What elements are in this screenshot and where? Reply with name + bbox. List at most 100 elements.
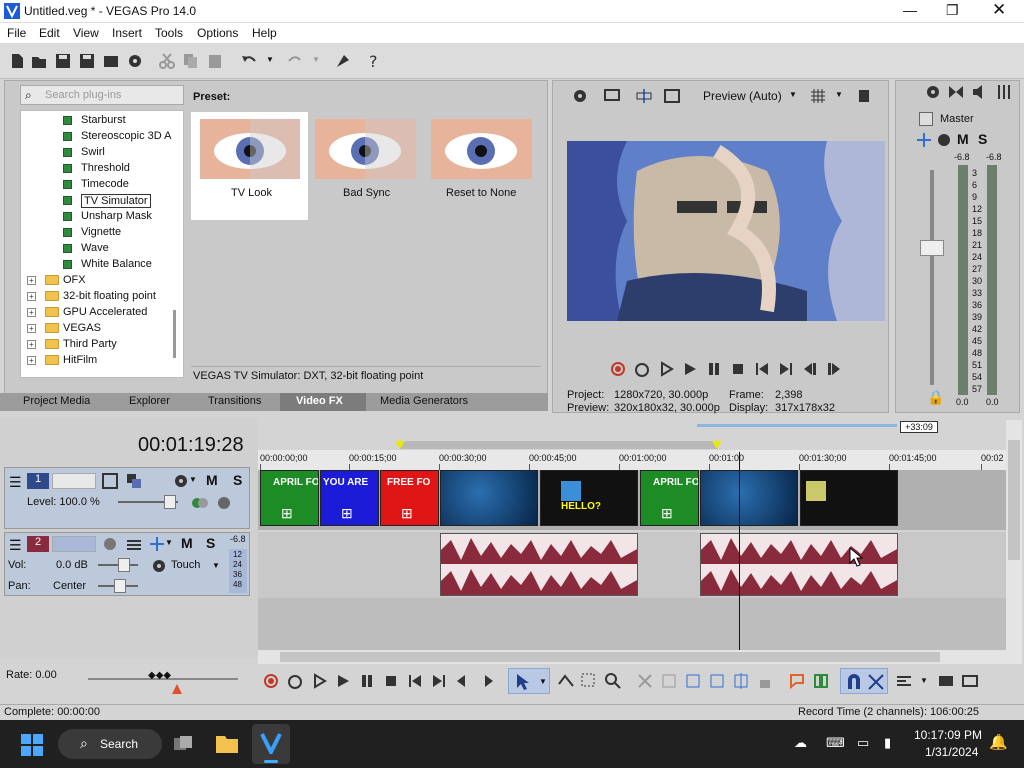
properties-gear-icon[interactable] [126, 52, 144, 70]
track-1-fx-gear-icon[interactable] [172, 472, 190, 490]
edit-tool-icon[interactable] [334, 52, 352, 70]
speaker-icon[interactable] [971, 83, 989, 101]
cut-icon[interactable] [158, 52, 176, 70]
track-1-fx-dropdown-icon[interactable]: ▼ [189, 475, 197, 484]
menu-edit[interactable]: Edit [39, 26, 60, 40]
video-clip[interactable]: FREE FO ⊞ [380, 470, 439, 526]
preset-bad-sync-label[interactable]: Bad Sync [343, 187, 390, 199]
record-icon[interactable] [610, 361, 626, 377]
plugin-item[interactable]: TV Simulator [61, 193, 181, 209]
preset-thumb-tv-look[interactable] [200, 119, 300, 179]
edit-tool-dropdown-icon[interactable]: ▼ [539, 677, 547, 686]
copy-icon[interactable] [182, 52, 200, 70]
video-clip[interactable]: YOU ARE ⊞ [320, 470, 379, 526]
video-clip[interactable]: HELLO? [540, 470, 638, 526]
undo-icon[interactable] [240, 52, 258, 70]
track-2-vol-knob[interactable] [118, 558, 130, 572]
notification-bell-icon[interactable]: 🔔 [989, 733, 1008, 751]
play-from-start-icon[interactable] [658, 361, 674, 377]
expand-plus-icon[interactable]: + [27, 276, 36, 285]
downmix-icon[interactable] [947, 83, 965, 101]
track-1-level-knob[interactable] [164, 495, 176, 509]
menu-view[interactable]: View [73, 26, 99, 40]
track-1-mute-button[interactable]: M [206, 472, 218, 488]
tab-project-media[interactable]: Project Media [23, 395, 90, 407]
close-button[interactable]: ✕ [992, 0, 1006, 20]
go-to-start-icon[interactable] [407, 673, 423, 689]
timeline-hscroll[interactable] [258, 650, 1022, 664]
keyboard-icon[interactable]: ⌨ [826, 735, 845, 751]
display-icon[interactable]: ▭ [857, 735, 869, 751]
audio-clip[interactable] [440, 533, 638, 596]
plugin-folder[interactable]: + OFX [25, 273, 181, 289]
expand-plus-icon[interactable]: + [27, 308, 36, 317]
video-clip[interactable]: APRIL FO ⊞ [260, 470, 319, 526]
ripple-edit-icon[interactable] [895, 672, 913, 690]
loop-playback-icon[interactable] [634, 361, 650, 377]
maximize-button[interactable]: ❐ [946, 2, 959, 19]
next-frame-icon[interactable] [479, 673, 495, 689]
enable-snapping-magnet-icon[interactable] [845, 673, 863, 691]
ignore-grouping-icon[interactable] [961, 672, 979, 690]
delete-icon[interactable] [636, 672, 654, 690]
selection-bar[interactable] [400, 441, 718, 449]
lock-events-icon[interactable] [756, 672, 774, 690]
selection-end-marker-icon[interactable] [712, 441, 722, 449]
taskbar-search-box[interactable]: ⌕ Search [58, 729, 162, 759]
automation-dropdown-icon[interactable]: ▼ [212, 561, 220, 570]
tree-vscroll[interactable] [173, 310, 176, 358]
plugin-item[interactable]: Swirl [61, 145, 181, 161]
track-1-collapse-icon[interactable]: ☰ [9, 474, 22, 491]
trim-icon[interactable] [660, 672, 678, 690]
mixer-faders-icon[interactable] [995, 83, 1013, 101]
track-2-mute-button[interactable]: M [181, 535, 193, 551]
help-question-icon[interactable]: ? [366, 52, 384, 70]
preset-tv-look-label[interactable]: TV Look [231, 187, 272, 199]
zoom-tool-icon[interactable] [604, 672, 622, 690]
track-1-compositing-child-icon[interactable] [215, 494, 233, 512]
stop-icon[interactable] [383, 673, 399, 689]
render-icon[interactable] [102, 52, 120, 70]
preview-settings-gear-icon[interactable] [571, 87, 589, 105]
track-2-name-field[interactable] [52, 536, 96, 552]
search-input[interactable]: Search plug-ins [45, 89, 121, 101]
trim-end-icon[interactable] [708, 672, 726, 690]
grid-icon[interactable] [809, 87, 827, 105]
preview-quality-dropdown-icon[interactable]: ▼ [789, 90, 797, 99]
track-1-name-field[interactable] [52, 473, 96, 489]
clip-crop-icon[interactable]: ⊞ [281, 505, 293, 522]
track-2-solo-button[interactable]: S [206, 535, 215, 551]
master-bus-checkbox[interactable] [919, 112, 933, 126]
split-screen-icon[interactable] [635, 87, 653, 105]
clip-crop-icon[interactable]: ⊞ [341, 505, 353, 522]
timeline-vscroll-thumb[interactable] [1008, 440, 1020, 560]
master-solo-button[interactable]: S [978, 131, 987, 147]
paste-icon[interactable] [206, 52, 224, 70]
vegas-taskbar-button[interactable] [252, 724, 290, 764]
expand-plus-icon[interactable]: + [27, 340, 36, 349]
clip-crop-icon[interactable]: ⊞ [661, 505, 673, 522]
expand-plus-icon[interactable]: + [27, 324, 36, 333]
pause-icon[interactable] [706, 361, 722, 377]
track-1-compositing-icon[interactable] [125, 472, 143, 490]
save-as-icon[interactable] [78, 52, 96, 70]
plugin-folder[interactable]: +32-bit floating point [25, 289, 181, 305]
preset-reset-label[interactable]: Reset to None [446, 187, 516, 199]
insert-marker-icon[interactable] [788, 672, 806, 690]
preset-thumb-reset[interactable] [431, 119, 532, 179]
grid-dropdown-icon[interactable]: ▼ [835, 90, 843, 99]
track-2-arm-record-icon[interactable] [101, 535, 119, 553]
previous-frame-icon[interactable] [802, 361, 818, 377]
menu-help[interactable]: Help [252, 26, 277, 40]
master-settings-gear-icon[interactable] [924, 83, 942, 101]
rate-slider-knob[interactable]: ◆◆◆ [148, 670, 171, 681]
redo-icon[interactable] [286, 52, 304, 70]
tab-video-fx[interactable]: Video FX [296, 395, 343, 407]
go-to-end-icon[interactable] [778, 361, 794, 377]
time-ruler[interactable]: 00:00:00;00 00:00:15;00 00:00:30;00 00:00:4… [258, 450, 1006, 470]
master-fx-gear-icon[interactable] [935, 131, 953, 149]
video-clip[interactable] [440, 470, 538, 526]
preview-quality-select[interactable]: Preview (Auto) [703, 89, 782, 103]
menu-tools[interactable]: Tools [155, 26, 183, 40]
envelope-tool-icon[interactable] [557, 672, 575, 690]
